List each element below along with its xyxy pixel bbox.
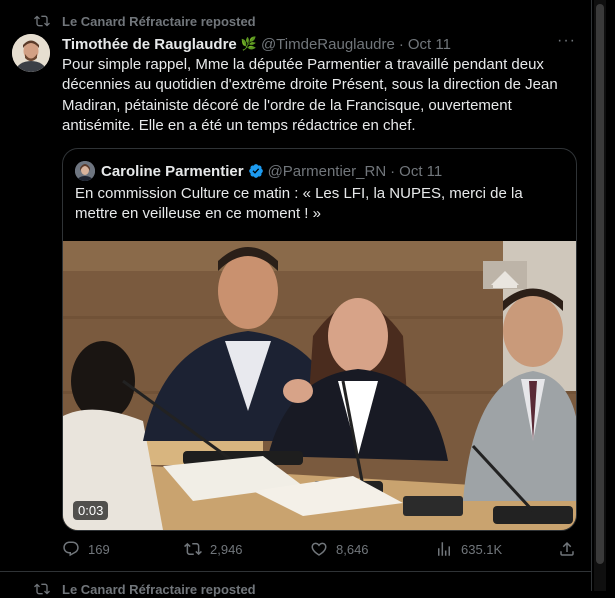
quote-separator-dot: · bbox=[390, 162, 396, 180]
video-player[interactable]: 0:03 bbox=[63, 241, 576, 530]
like-count: 8,646 bbox=[336, 541, 369, 557]
quote-text: En commission Culture ce matin : « Les L… bbox=[75, 185, 523, 223]
repost-button[interactable]: 2,946 bbox=[184, 540, 243, 558]
reply-button[interactable]: 169 bbox=[62, 540, 110, 558]
like-button[interactable]: 8,646 bbox=[310, 540, 369, 558]
separator-dot: · bbox=[398, 35, 404, 53]
verified-badge-icon bbox=[248, 164, 263, 178]
repost-icon bbox=[184, 542, 202, 556]
views-button[interactable]: 635.1K bbox=[435, 540, 502, 558]
author-handle[interactable]: @TimdeRauglaudre bbox=[261, 36, 395, 53]
quote-handle[interactable]: @Parmentier_RN bbox=[268, 163, 387, 180]
share-button[interactable] bbox=[558, 540, 584, 558]
more-icon[interactable]: ··· bbox=[557, 33, 577, 50]
tweet-date[interactable]: Oct 11 bbox=[408, 36, 451, 53]
timeline-feed: Le Canard Réfractaire reposted Timothée … bbox=[0, 0, 592, 597]
quote-date[interactable]: Oct 11 bbox=[399, 163, 442, 180]
repost-label: Le Canard Réfractaire reposted bbox=[62, 13, 256, 29]
quote-author-name[interactable]: Caroline Parmentier bbox=[101, 163, 244, 180]
views-count: 635.1K bbox=[461, 541, 503, 557]
tweet-actions: 169 2,946 8,646 635.1K bbox=[62, 540, 577, 560]
tweet-text: Pour simple rappel, Mme la députée Parme… bbox=[62, 56, 558, 135]
reply-count: 169 bbox=[88, 541, 110, 557]
scrollbar[interactable] bbox=[594, 0, 606, 591]
next-repost-label: Le Canard Réfractaire reposted bbox=[62, 581, 256, 597]
tweet-divider bbox=[0, 571, 591, 572]
quote-avatar bbox=[75, 161, 95, 181]
leaf-emoji: 🌿 bbox=[240, 36, 257, 51]
reply-icon bbox=[63, 541, 79, 557]
quoted-tweet[interactable]: Caroline Parmentier @Parmentier_RN · Oct… bbox=[62, 148, 577, 531]
tweet-header: Timothée de Rauglaudre 🌿 @TimdeRauglaudr… bbox=[62, 34, 579, 54]
quote-header: Caroline Parmentier @Parmentier_RN · Oct… bbox=[75, 161, 442, 181]
share-icon bbox=[560, 541, 574, 556]
repost-indicator[interactable]: Le Canard Réfractaire reposted bbox=[34, 12, 256, 30]
author-name[interactable]: Timothée de Rauglaudre bbox=[62, 36, 237, 53]
views-icon bbox=[438, 542, 450, 556]
video-frame-image bbox=[63, 241, 576, 530]
scrollbar-thumb[interactable] bbox=[596, 4, 604, 564]
like-icon bbox=[311, 542, 327, 556]
avatar[interactable] bbox=[12, 34, 50, 72]
repost-count: 2,946 bbox=[210, 541, 243, 557]
repost-icon bbox=[34, 15, 50, 27]
next-repost-indicator[interactable]: Le Canard Réfractaire reposted bbox=[34, 580, 256, 598]
video-timestamp: 0:03 bbox=[73, 501, 109, 520]
repost-icon bbox=[34, 583, 50, 595]
